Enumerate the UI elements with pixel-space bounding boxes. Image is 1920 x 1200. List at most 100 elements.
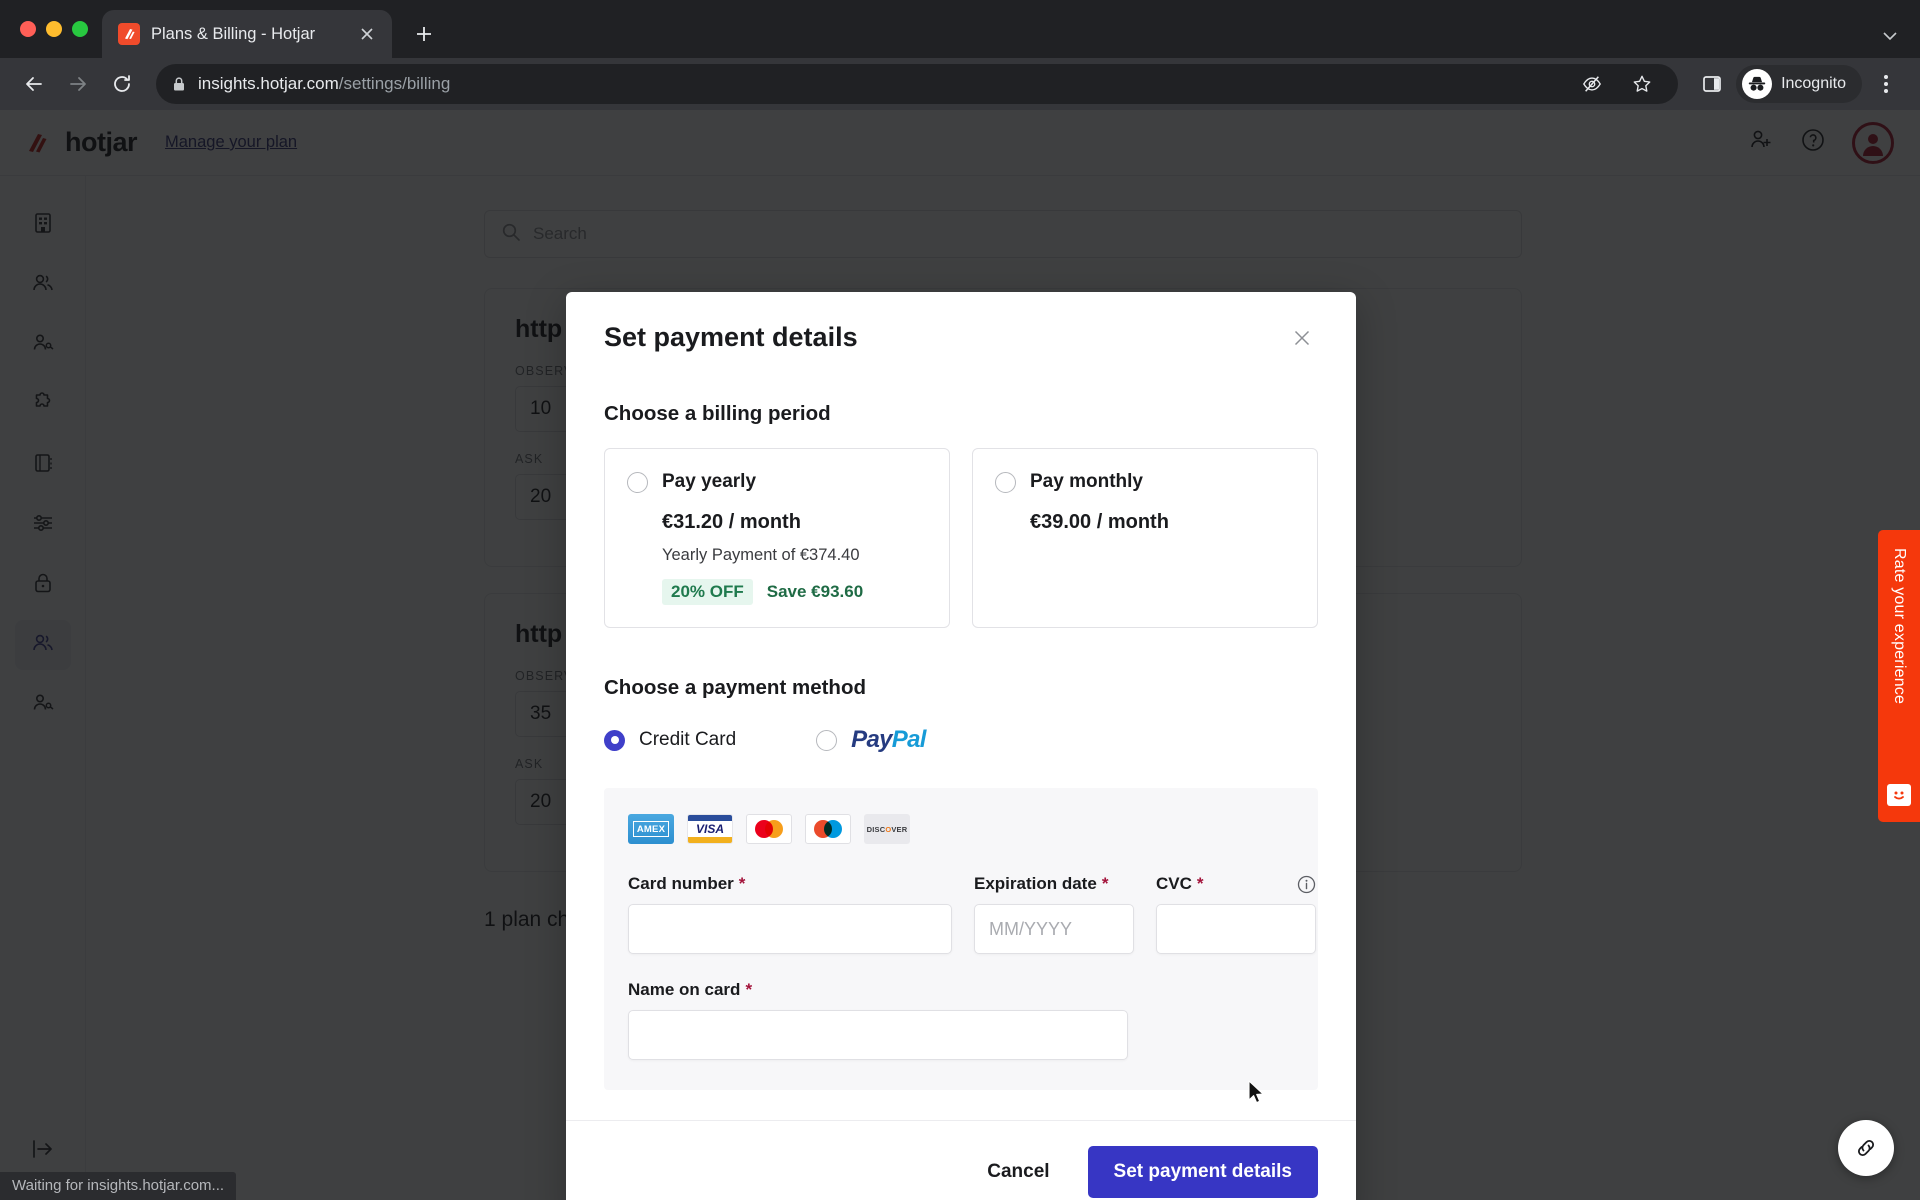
required-marker: * [1101, 874, 1109, 893]
card-number-label: Card number * [628, 874, 952, 894]
card-number-input[interactable] [628, 904, 952, 954]
billing-option-monthly-header: Pay monthly [995, 471, 1293, 493]
billing-period-section-title: Choose a billing period [604, 402, 831, 425]
name-on-card-label: Name on card * [628, 980, 1294, 1000]
incognito-icon [1742, 69, 1773, 99]
cvc-field: CVC * [1156, 874, 1316, 954]
billing-option-yearly[interactable]: Pay yearly €31.20 / month Yearly Payment… [604, 448, 950, 628]
maestro-icon [805, 814, 851, 844]
name-on-card-label-text: Name on card [628, 980, 741, 999]
billing-option-yearly-sub: Yearly Payment of €374.40 [662, 546, 860, 564]
modal-scroll-area[interactable]: Set payment details Choose a billing per… [566, 292, 1356, 1120]
url-text: insights.hotjar.com/settings/billing [198, 74, 450, 94]
billing-option-yearly-savings: 20% OFF Save €93.60 [662, 579, 925, 605]
modal-header: Set payment details [604, 292, 1318, 354]
payment-method-credit-card-label: Credit Card [639, 729, 737, 750]
browser-status-bar: Waiting for insights.hotjar.com... [0, 1172, 237, 1200]
info-icon[interactable] [1297, 875, 1316, 894]
back-arrow-icon[interactable] [14, 64, 54, 104]
chevron-down-icon[interactable] [1880, 26, 1900, 46]
cvc-label-text: CVC [1156, 874, 1192, 893]
expiration-date-label: Expiration date * [974, 874, 1134, 894]
amex-icon: AMEX [628, 814, 674, 844]
hotjar-favicon [118, 23, 140, 45]
payment-details-modal: Set payment details Choose a billing per… [566, 292, 1356, 1200]
rate-experience-label: Rate your experience [1891, 548, 1908, 705]
paypal-logo: PayPal [851, 726, 926, 754]
link-icon[interactable] [1838, 1120, 1894, 1176]
credit-card-panel: AMEX VISA DISC O VER Card number * Expir… [604, 788, 1318, 1090]
forward-arrow-icon[interactable] [58, 64, 98, 104]
card-number-label-text: Card number [628, 874, 734, 893]
paypal-logo-part2: Pal [891, 726, 927, 753]
required-marker: * [1196, 874, 1204, 893]
window-controls [14, 0, 102, 58]
discount-badge: 20% OFF [662, 579, 753, 605]
lock-icon [172, 76, 186, 92]
discover-icon: DISC O VER [864, 814, 910, 844]
visa-label: VISA [695, 822, 724, 836]
billing-option-monthly[interactable]: Pay monthly €39.00 / month [972, 448, 1318, 628]
modal-title: Set payment details [604, 322, 858, 352]
name-on-card-field: Name on card * [628, 980, 1294, 1060]
discover-label-1: DISC [866, 824, 886, 834]
close-icon[interactable] [354, 21, 380, 47]
savings-text: Save €93.60 [766, 582, 864, 601]
payment-method-paypal[interactable]: PayPal [816, 726, 926, 754]
billing-option-yearly-label: Pay yearly [662, 471, 757, 492]
close-icon[interactable] [1286, 322, 1318, 354]
visa-icon: VISA [687, 814, 733, 844]
mastercard-icon [746, 814, 792, 844]
payment-method-credit-card[interactable]: Credit Card [604, 729, 736, 751]
discover-label-2: VER [891, 824, 908, 834]
web-page: hotjar Manage your plan [0, 110, 1920, 1200]
three-dot-menu-icon[interactable] [1866, 64, 1906, 104]
browser-tab[interactable]: Plans & Billing - Hotjar [102, 10, 392, 58]
required-marker: * [745, 980, 753, 999]
modal-footer: Cancel Set payment details [566, 1120, 1356, 1200]
radio-monthly[interactable] [995, 471, 1016, 493]
required-marker: * [738, 874, 746, 893]
radio-credit-card[interactable] [604, 729, 625, 751]
address-bar[interactable]: insights.hotjar.com/settings/billing [156, 64, 1679, 104]
maximize-window-button[interactable] [72, 21, 88, 37]
paypal-logo-part1: Pay [851, 726, 892, 753]
billing-option-monthly-label: Pay monthly [1030, 471, 1143, 492]
expiration-date-label-text: Expiration date [974, 874, 1097, 893]
star-icon[interactable] [1622, 64, 1662, 104]
cancel-button[interactable]: Cancel [981, 1151, 1055, 1193]
payment-method-options: Credit Card PayPal [604, 726, 1318, 754]
profile-label: Incognito [1781, 75, 1846, 92]
billing-option-yearly-header: Pay yearly [627, 471, 925, 493]
cvc-input[interactable] [1156, 904, 1316, 954]
amex-label: AMEX [632, 821, 670, 837]
url-host: insights.hotjar.com [198, 74, 339, 93]
browser-window: Plans & Billing - Hotjar insights.hotjar [0, 0, 1920, 1200]
set-payment-details-button[interactable]: Set payment details [1087, 1145, 1318, 1198]
mouse-cursor [1247, 1080, 1267, 1111]
profile-chip[interactable]: Incognito [1736, 65, 1862, 103]
expiration-date-field: Expiration date * MM/YYYY [974, 874, 1134, 954]
side-panel-icon[interactable] [1692, 64, 1732, 104]
browser-tabstrip: Plans & Billing - Hotjar [0, 0, 1920, 58]
new-tab-button[interactable] [406, 16, 442, 52]
expiration-date-input[interactable]: MM/YYYY [974, 904, 1134, 954]
browser-toolbar: insights.hotjar.com/settings/billing Inc… [0, 58, 1920, 110]
minimize-window-button[interactable] [46, 21, 62, 37]
name-on-card-input[interactable] [628, 1010, 1128, 1060]
close-window-button[interactable] [20, 21, 36, 37]
billing-option-monthly-price: €39.00 / month [1030, 511, 1169, 533]
radio-paypal[interactable] [816, 729, 838, 751]
eye-slash-icon[interactable] [1572, 64, 1612, 104]
tab-title: Plans & Billing - Hotjar [151, 24, 316, 43]
smiley-icon [1887, 784, 1911, 806]
payment-method-section-title: Choose a payment method [604, 676, 866, 699]
radio-yearly[interactable] [627, 471, 648, 493]
billing-period-options: Pay yearly €31.20 / month Yearly Payment… [604, 448, 1318, 628]
card-fields-row: Card number * Expiration date * MM/YYYY CV… [628, 874, 1316, 954]
reload-icon[interactable] [102, 64, 142, 104]
billing-option-yearly-price: €31.20 / month [662, 511, 801, 533]
rate-experience-tab[interactable]: Rate your experience [1878, 530, 1920, 822]
card-number-field: Card number * [628, 874, 952, 954]
cvc-label: CVC * [1156, 874, 1316, 894]
